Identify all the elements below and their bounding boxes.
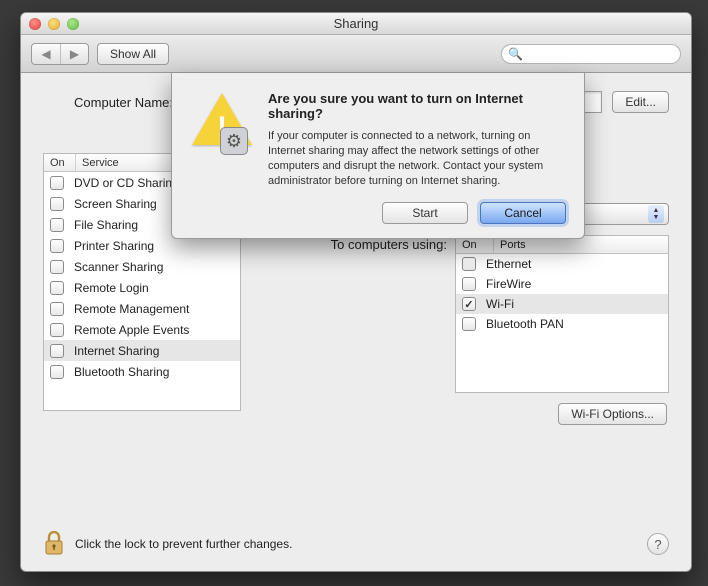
port-checkbox[interactable]: ✓ bbox=[462, 297, 476, 311]
to-computers-label: To computers using: bbox=[259, 235, 447, 393]
sheet-heading: Are you sure you want to turn on Interne… bbox=[268, 91, 566, 121]
service-label: Internet Sharing bbox=[74, 344, 159, 358]
sharing-pref-icon: ⚙ bbox=[220, 127, 248, 155]
service-row[interactable]: Remote Login bbox=[44, 277, 240, 298]
port-row[interactable]: ✓ Wi-Fi bbox=[456, 294, 668, 314]
start-button[interactable]: Start bbox=[382, 202, 468, 224]
sheet-buttons: Start Cancel bbox=[190, 202, 566, 224]
service-label: DVD or CD Sharing bbox=[74, 176, 179, 190]
service-checkbox[interactable] bbox=[50, 365, 64, 379]
port-label: Wi-Fi bbox=[486, 297, 514, 311]
service-row[interactable]: Bluetooth Sharing bbox=[44, 361, 240, 382]
service-label: Remote Login bbox=[74, 281, 149, 295]
help-button[interactable]: ? bbox=[647, 533, 669, 555]
service-checkbox[interactable] bbox=[50, 239, 64, 253]
service-label: Remote Management bbox=[74, 302, 189, 316]
search-icon: 🔍 bbox=[508, 47, 523, 61]
port-label: FireWire bbox=[486, 277, 531, 291]
toolbar: ◀ ▶ Show All 🔍 bbox=[21, 35, 691, 73]
sheet-message: If your computer is connected to a netwo… bbox=[268, 129, 566, 188]
service-checkbox[interactable] bbox=[50, 344, 64, 358]
lock-text: Click the lock to prevent further change… bbox=[75, 537, 292, 551]
port-label: Ethernet bbox=[486, 257, 531, 271]
service-checkbox[interactable] bbox=[50, 302, 64, 316]
service-checkbox[interactable] bbox=[50, 197, 64, 211]
service-row[interactable]: Remote Management bbox=[44, 298, 240, 319]
footer: Click the lock to prevent further change… bbox=[43, 531, 669, 557]
back-button[interactable]: ◀ bbox=[32, 44, 60, 64]
port-label: Bluetooth PAN bbox=[486, 317, 564, 331]
service-label: Bluetooth Sharing bbox=[74, 365, 169, 379]
titlebar: Sharing bbox=[21, 13, 691, 35]
service-checkbox[interactable] bbox=[50, 176, 64, 190]
port-row[interactable]: Bluetooth PAN bbox=[456, 314, 668, 334]
service-label: Remote Apple Events bbox=[74, 323, 189, 337]
port-checkbox[interactable] bbox=[462, 257, 476, 271]
computer-name-label: Computer Name: bbox=[43, 95, 173, 110]
service-label: File Sharing bbox=[74, 218, 138, 232]
close-window-button[interactable] bbox=[29, 18, 41, 30]
service-row[interactable]: Remote Apple Events bbox=[44, 319, 240, 340]
zoom-window-button[interactable] bbox=[67, 18, 79, 30]
preferences-window: Sharing ◀ ▶ Show All 🔍 Computer Name: Ed… bbox=[20, 12, 692, 572]
minimize-window-button[interactable] bbox=[48, 18, 60, 30]
service-label: Screen Sharing bbox=[74, 197, 157, 211]
ports-body: Ethernet FireWire ✓ Wi-Fi Bluetooth PAN bbox=[456, 254, 668, 334]
window-title: Sharing bbox=[21, 16, 691, 31]
select-arrows-icon: ▲▼ bbox=[648, 205, 664, 223]
edit-button[interactable]: Edit... bbox=[612, 91, 669, 113]
service-checkbox[interactable] bbox=[50, 281, 64, 295]
forward-button[interactable]: ▶ bbox=[60, 44, 88, 64]
port-checkbox[interactable] bbox=[462, 317, 476, 331]
port-row[interactable]: FireWire bbox=[456, 274, 668, 294]
service-label: Scanner Sharing bbox=[74, 260, 163, 274]
search-field[interactable]: 🔍 bbox=[501, 44, 681, 64]
service-checkbox[interactable] bbox=[50, 260, 64, 274]
service-checkbox[interactable] bbox=[50, 218, 64, 232]
nav-segment: ◀ ▶ bbox=[31, 43, 89, 65]
window-controls bbox=[29, 18, 79, 30]
service-label: Printer Sharing bbox=[74, 239, 154, 253]
wifi-options-button[interactable]: Wi-Fi Options... bbox=[558, 403, 667, 425]
port-checkbox[interactable] bbox=[462, 277, 476, 291]
confirm-sheet: ! ⚙ Are you sure you want to turn on Int… bbox=[171, 73, 585, 239]
warning-icon: ! ⚙ bbox=[190, 91, 254, 155]
ports-row: To computers using: On Ports EthernetFir… bbox=[259, 235, 669, 393]
lock-icon[interactable] bbox=[43, 531, 65, 557]
service-row[interactable]: Scanner Sharing bbox=[44, 256, 240, 277]
cancel-button[interactable]: Cancel bbox=[480, 202, 566, 224]
port-row[interactable]: Ethernet bbox=[456, 254, 668, 274]
show-all-button[interactable]: Show All bbox=[97, 43, 169, 65]
search-input[interactable] bbox=[527, 47, 674, 61]
service-checkbox[interactable] bbox=[50, 323, 64, 337]
sheet-body: ! ⚙ Are you sure you want to turn on Int… bbox=[190, 91, 566, 188]
sheet-text: Are you sure you want to turn on Interne… bbox=[268, 91, 566, 188]
ports-list: On Ports EthernetFireWire✓Wi-FiBluetooth… bbox=[455, 235, 669, 393]
service-row[interactable]: Internet Sharing bbox=[44, 340, 240, 361]
services-header-on[interactable]: On bbox=[44, 154, 76, 171]
